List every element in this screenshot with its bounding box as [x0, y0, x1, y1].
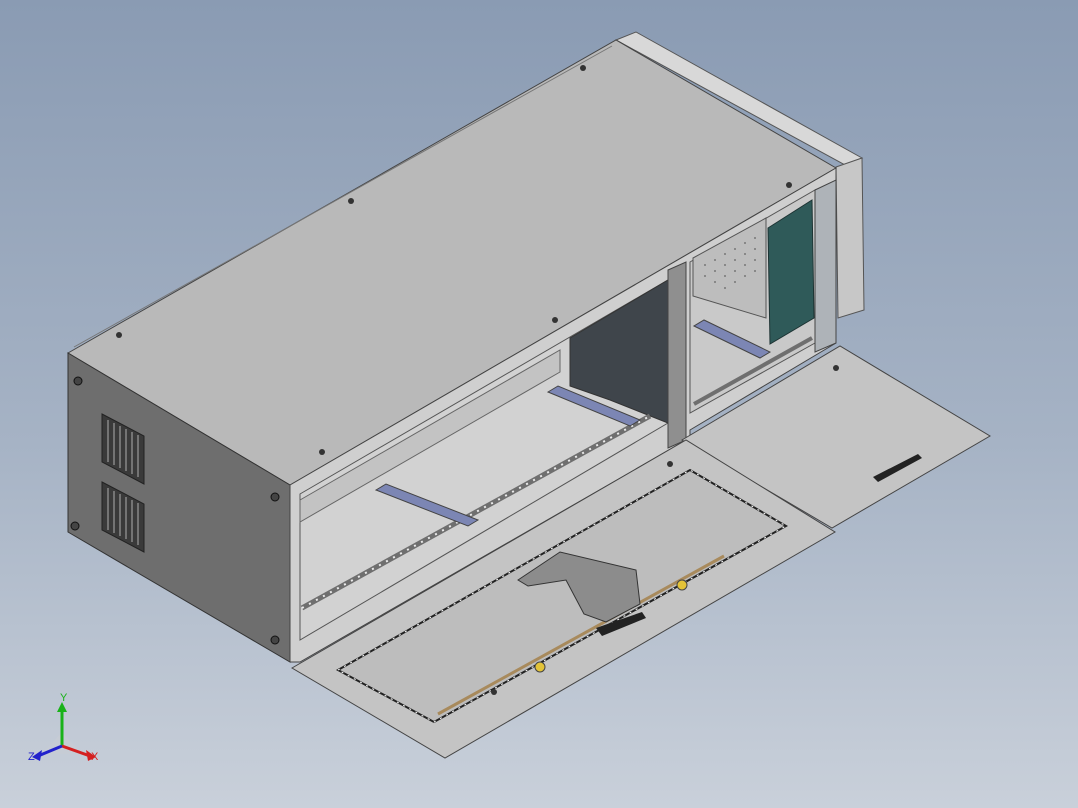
screw	[667, 461, 673, 467]
screw	[319, 449, 325, 455]
center-divider	[667, 261, 687, 449]
clip-yellow	[676, 579, 688, 591]
screw	[116, 332, 122, 338]
axis-z-label: Z	[28, 751, 35, 763]
screw	[552, 317, 558, 323]
screw	[70, 521, 80, 531]
coordinate-triad: Y X Z	[24, 692, 108, 770]
cad-model-enclosure[interactable]	[0, 0, 1078, 808]
screw	[348, 198, 354, 204]
screw	[270, 492, 280, 502]
screw	[580, 65, 586, 71]
screw	[73, 376, 83, 386]
rear-module-side[interactable]	[835, 157, 865, 319]
screw	[786, 182, 792, 188]
graphics-viewport[interactable]: Y X Z	[0, 0, 1078, 808]
clip-yellow	[534, 661, 546, 673]
screw	[270, 635, 280, 645]
axis-x-label: X	[91, 751, 99, 763]
screw	[833, 365, 839, 371]
right-post	[814, 179, 837, 353]
screw	[491, 689, 497, 695]
axis-y-label: Y	[60, 692, 68, 704]
